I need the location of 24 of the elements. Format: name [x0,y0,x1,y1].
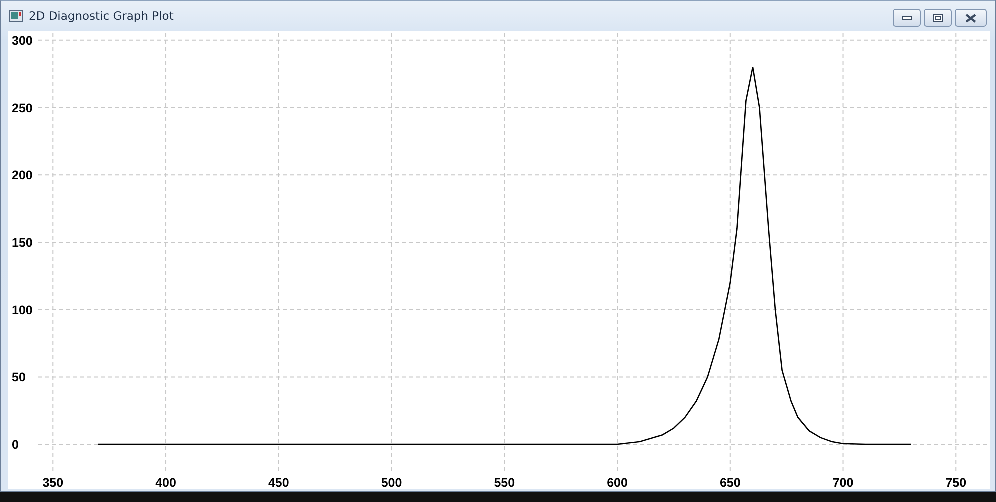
axis-tick-label: 350 [42,476,64,489]
app-icon [9,10,23,22]
axis-tick-label: 100 [12,303,33,318]
axis-tick-label: 600 [607,476,628,489]
window-title: 2D Diagnostic Graph Plot [29,9,174,23]
axis-tick-label: 550 [494,476,516,489]
minimize-button[interactable] [893,9,921,27]
maximize-button[interactable] [924,9,952,27]
axis-tick-label: 150 [12,236,33,250]
axis-tick-label: 650 [720,476,741,489]
axis-tick-label: 0 [12,438,19,452]
maximize-icon [933,14,943,22]
axis-tick-label: 50 [12,370,26,385]
axis-tick-label: 200 [12,168,33,183]
close-button[interactable] [955,9,987,27]
axis-tick-label: 400 [156,476,176,489]
axis-tick-label: 250 [12,101,33,116]
axis-tick-label: 300 [12,34,33,48]
axis-tick-label: 750 [946,476,967,489]
axis-tick-label: 450 [268,476,290,489]
close-icon [965,14,977,22]
minimize-icon [902,15,912,21]
axis-tick-label: 500 [381,476,402,489]
axis-tick-label: 700 [832,476,854,489]
